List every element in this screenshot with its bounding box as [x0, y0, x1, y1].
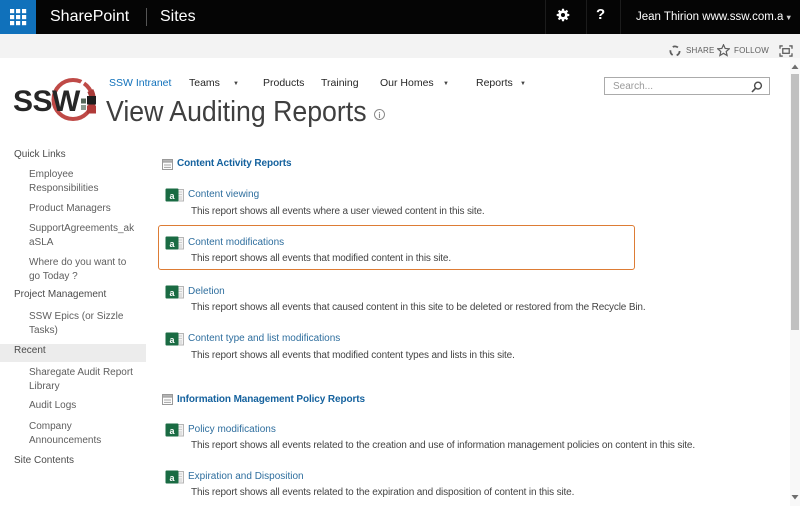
svg-text:SSW: SSW — [13, 85, 81, 118]
